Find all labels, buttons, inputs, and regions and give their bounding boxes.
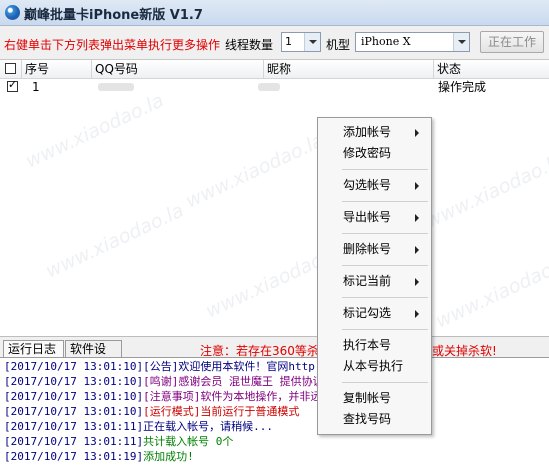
threads-label: 线程数量 [225,38,274,52]
submenu-arrow-icon [415,310,419,318]
row-status: 操作完成 [438,80,487,94]
submenu-arrow-icon [415,246,419,254]
menu-item-delete-accounts[interactable]: 删除帐号 [318,238,431,260]
tab-settings[interactable]: 软件设置 [65,340,122,373]
menu-separator [342,201,428,202]
tab-run-log[interactable]: 运行日志 [3,340,64,357]
header-checkbox-cell [0,60,22,78]
redacted-nickname [258,83,280,91]
log-line: [2017/10/17 13:01:11]共计载入帐号 0个 [4,435,234,448]
menu-item-check-accounts[interactable]: 勾选帐号 [318,174,431,196]
log-line: [2017/10/17 13:01:10][注意事项]软件为本地操作，并非远 [4,390,322,403]
threads-value: 1 [285,35,292,48]
hint-text: 右健单击下方列表弹出菜单执行更多操作 [4,38,221,52]
menu-separator [342,382,428,383]
select-all-checkbox[interactable] [5,63,16,74]
column-header-qq[interactable]: QQ号码 [92,60,264,78]
model-value: iPhone X [361,35,411,48]
menu-item-copy-account[interactable]: 复制帐号 [318,387,431,409]
row-checkbox[interactable] [7,78,18,92]
redacted-qq [98,83,134,91]
submenu-arrow-icon [415,214,419,222]
watermark-text: www.xiaodao.la [42,199,188,283]
menu-separator [342,169,428,170]
menu-item-add-account[interactable]: 添加帐号 [318,121,431,143]
menu-item-find-number[interactable]: 查找号码 [318,408,431,430]
account-table[interactable]: 序号 QQ号码 昵称 状态 1 操作完成 www.xiaodao.la www.… [0,59,549,337]
model-label: 机型 [326,38,351,52]
threads-select[interactable]: 1 [281,32,321,52]
log-line: [2017/10/17 13:01:19]添加成功! [4,450,194,463]
menu-item-run-from-this[interactable]: 从本号执行 [318,355,431,377]
watermark-text: www.xiaodao.la [432,249,549,333]
table-header: 序号 QQ号码 昵称 状态 [0,60,549,79]
column-header-status[interactable]: 状态 [434,60,549,78]
watermark-text: www.xiaodao.la [422,149,549,233]
watermark-text: www.xiaodao.la [22,89,168,173]
log-line: [2017/10/17 13:01:10][鸣谢]感谢会员 混世魔王 提供协议 [4,375,324,388]
app-icon [5,5,20,20]
menu-separator [342,329,428,330]
submenu-arrow-icon [415,278,419,286]
work-status-button[interactable]: 正在工作 [480,31,544,53]
toolbar: 右健单击下方列表弹出菜单执行更多操作 线程数量 1 机型 iPhone X 正在… [0,26,549,59]
window-title: 巅峰批量卡iPhone新版 V1.7 [24,8,203,23]
menu-separator [342,265,428,266]
log-line: [2017/10/17 13:01:10][公告]欢迎使用本软件！官网http:… [4,360,329,373]
submenu-arrow-icon [415,129,419,137]
chevron-down-icon[interactable] [304,33,320,51]
bottom-tab-bar: 运行日志 软件设置 注意：若存在360等杀软 或关掉杀软! [0,336,549,373]
menu-item-mark-current[interactable]: 标记当前 [318,270,431,292]
row-index: 1 [32,80,40,94]
table-row[interactable]: 1 操作完成 [0,78,549,95]
model-select[interactable]: iPhone X [355,32,470,52]
menu-separator [342,233,428,234]
column-header-nickname[interactable]: 昵称 [264,60,434,78]
menu-item-mark-checked[interactable]: 标记勾选 [318,302,431,324]
menu-separator [342,297,428,298]
context-menu: 添加帐号 修改密码 勾选帐号 导出帐号 删除帐号 标记当前 标记勾选 执行本号 … [317,117,432,435]
submenu-arrow-icon [415,182,419,190]
log-line: [2017/10/17 13:01:11]正在载入帐号，请稍候... [4,420,273,433]
column-header-index[interactable]: 序号 [22,60,92,78]
menu-item-change-password[interactable]: 修改密码 [318,142,431,164]
log-line: [2017/10/17 13:01:10][运行模式]当前运行于普通模式 [4,405,300,418]
menu-item-run-this[interactable]: 执行本号 [318,334,431,356]
menu-item-export-accounts[interactable]: 导出帐号 [318,206,431,228]
run-log-panel[interactable]: [2017/10/17 13:01:10][公告]欢迎使用本软件！官网http:… [0,357,549,466]
chevron-down-icon[interactable] [453,33,469,51]
title-bar: 巅峰批量卡iPhone新版 V1.7 [0,0,549,26]
watermark-text: www.xiaodao.la [182,129,328,213]
